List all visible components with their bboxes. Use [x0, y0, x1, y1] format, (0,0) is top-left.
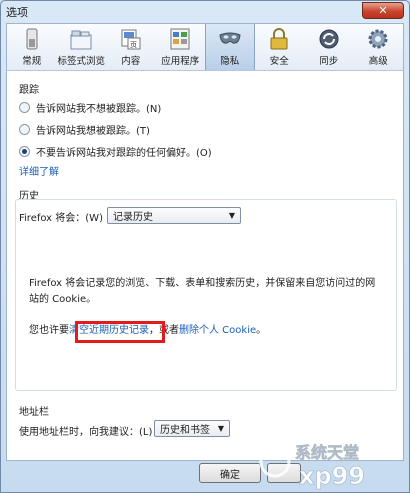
learn-more-link[interactable]: 详细了解 [19, 163, 59, 178]
options-window: 选项 ✕ 常规 标签式浏览 页 内容 应用程序 隐私 安全 同步 高级 跟踪 告… [0, 0, 410, 493]
tab-applications[interactable]: 应用程序 [156, 24, 206, 70]
radio-label: 告诉网站我想被跟踪。(T) [36, 126, 150, 137]
radio-do-not-track[interactable]: 告诉网站我不想被跟踪。(N) [19, 100, 161, 115]
tabs-icon [70, 30, 92, 50]
close-icon: ✕ [378, 4, 388, 17]
suggest-select[interactable]: 历史和书签 ▼ [154, 420, 230, 437]
watermark-line2: xp99 [299, 462, 365, 490]
tab-privacy[interactable]: 隐私 [205, 24, 255, 70]
radio-no-preference[interactable]: 不要告诉网站我对跟踪的任何偏好。(O) [19, 144, 212, 159]
tab-label: 同步 [319, 56, 339, 67]
tab-label: 高级 [368, 56, 388, 67]
history-mode-select[interactable]: 记录历史 ▼ [107, 207, 241, 224]
privacy-panel: 跟踪 告诉网站我不想被跟踪。(N) 告诉网站我想被跟踪。(T) 不要告诉网站我对… [6, 71, 404, 461]
tab-general[interactable]: 常规 [7, 24, 57, 70]
tab-label: 应用程序 [161, 56, 200, 67]
tab-label: 安全 [269, 56, 289, 67]
actions-prefix: 您也许要 [29, 325, 69, 336]
dropdown-arrow-icon: ▼ [228, 211, 235, 220]
tab-label: 标签式浏览 [57, 56, 105, 67]
radio-circle[interactable] [19, 146, 30, 157]
dropdown-arrow-icon: ▼ [217, 424, 224, 433]
watermark-line1: 系统天堂 [295, 443, 359, 462]
radio-label: 不要告诉网站我对跟踪的任何偏好。(O) [36, 148, 212, 159]
gear-icon [368, 29, 388, 49]
content-icon: 页 [121, 29, 141, 50]
lock-icon [270, 28, 288, 50]
radio-selected-dot [22, 149, 27, 154]
preferences-toolbar: 常规 标签式浏览 页 内容 应用程序 隐私 安全 同步 高级 [6, 23, 404, 71]
suggest-label: 使用地址栏时，向我建议：(L) [19, 427, 153, 438]
radio-circle[interactable] [19, 124, 30, 135]
mask-icon [219, 32, 241, 44]
switch-icon [26, 28, 38, 50]
highlight-box [75, 321, 165, 343]
radio-circle[interactable] [19, 102, 30, 113]
ok-button[interactable]: 确定 [199, 463, 261, 483]
tab-label: 常规 [22, 56, 42, 67]
tab-sync[interactable]: 同步 [304, 24, 354, 70]
tracking-heading: 跟踪 [19, 85, 39, 96]
tab-content[interactable]: 页 内容 [106, 24, 156, 70]
actions-suffix: 。 [256, 325, 267, 336]
applications-icon [170, 28, 190, 50]
radio-label: 告诉网站我不想被跟踪。(N) [36, 104, 162, 115]
watermark-logo: 系统天堂 xp99 [255, 432, 405, 490]
tab-advanced[interactable]: 高级 [354, 24, 404, 70]
tab-security[interactable]: 安全 [255, 24, 305, 70]
location-bar-heading: 地址栏 [19, 407, 49, 418]
select-value: 历史和书签 [160, 425, 210, 436]
tab-label: 内容 [121, 56, 141, 67]
svg-text:页: 页 [130, 41, 137, 49]
tab-tabbed-browsing[interactable]: 标签式浏览 [57, 24, 107, 70]
ok-label: 确定 [220, 469, 240, 481]
tab-label: 隐私 [220, 56, 240, 67]
close-button[interactable]: ✕ [362, 2, 404, 19]
remove-cookies-link[interactable]: 删除个人 Cookie [179, 325, 256, 336]
history-mode-label: Firefox 将会：(W) [19, 213, 103, 224]
radio-track[interactable]: 告诉网站我想被跟踪。(T) [19, 122, 150, 137]
select-value: 记录历史 [113, 212, 153, 223]
history-description: Firefox 将会记录您的浏览、下载、表单和搜索历史，并保留来自您访问过的网站… [29, 278, 376, 305]
sync-icon [319, 29, 339, 49]
title-bar: 选项 ✕ [1, 1, 409, 21]
window-title: 选项 [6, 6, 28, 19]
